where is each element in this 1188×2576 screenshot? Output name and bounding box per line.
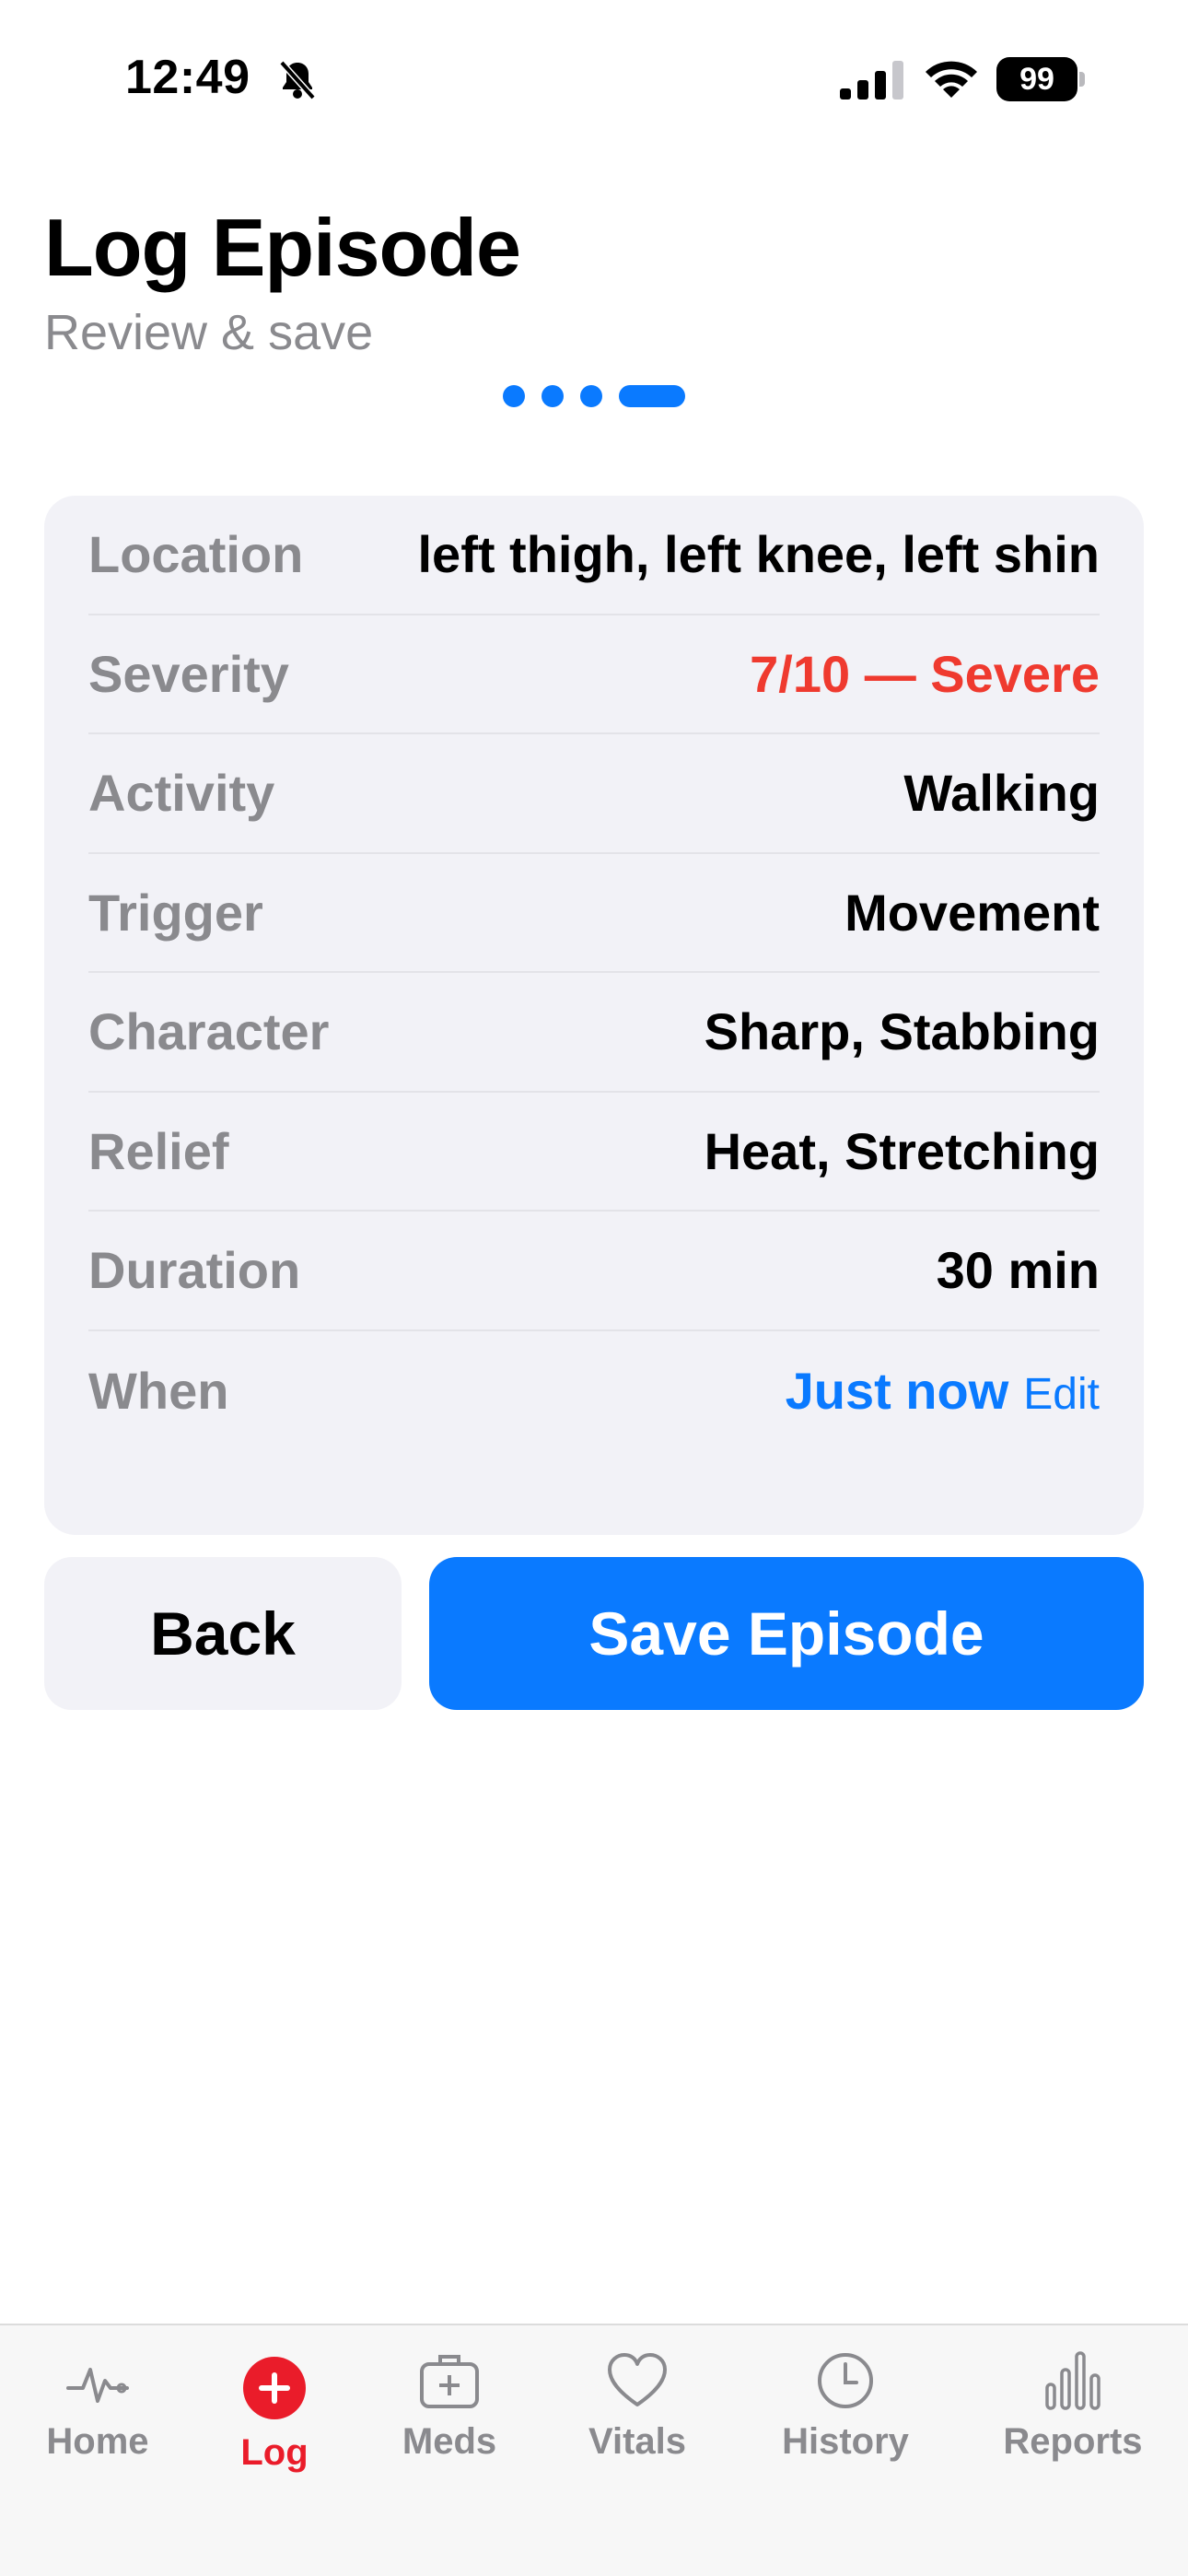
tab-reports-label: Reports (1003, 2421, 1143, 2462)
tab-home-label: Home (46, 2421, 149, 2462)
page-title: Log Episode (44, 202, 521, 293)
summary-row-relief: Relief Heat, Stretching (88, 1093, 1100, 1212)
duration-value: 30 min (936, 1241, 1100, 1300)
tab-vitals[interactable]: Vitals (582, 2325, 693, 2510)
tab-home[interactable]: Home (42, 2325, 153, 2510)
back-button[interactable]: Back (44, 1557, 402, 1710)
step-dot-2 (542, 385, 564, 407)
wifi-icon (926, 61, 977, 98)
severity-value: 7/10 — Severe (750, 644, 1100, 703)
battery-cap (1079, 72, 1085, 87)
episode-summary-card: Location left thigh, left knee, left shi… (44, 496, 1144, 1535)
tab-bar: Home Log Meds Vitals History Reports (0, 2324, 1188, 2576)
status-bar: 12:49 99 (0, 0, 1188, 157)
tab-log-label: Log (240, 2432, 309, 2473)
summary-row-severity: Severity 7/10 — Severe (88, 615, 1100, 734)
status-time: 12:49 (125, 51, 250, 104)
tab-log[interactable]: Log (219, 2325, 330, 2510)
plus-circle-icon (243, 2357, 306, 2419)
severity-label: Severity (88, 644, 289, 703)
relief-label: Relief (88, 1121, 229, 1180)
tab-meds[interactable]: Meds (394, 2325, 505, 2510)
tab-reports[interactable]: Reports (995, 2325, 1151, 2510)
save-episode-button[interactable]: Save Episode (429, 1557, 1144, 1710)
tab-history-label: History (782, 2421, 909, 2462)
duration-label: Duration (88, 1241, 301, 1300)
battery-indicator: 99 (996, 57, 1085, 101)
bar-chart-icon (1045, 2351, 1101, 2410)
tab-meds-label: Meds (402, 2421, 497, 2462)
when-value[interactable]: Just now (786, 1361, 1009, 1421)
summary-row-location: Location left thigh, left knee, left shi… (88, 496, 1100, 615)
plus-glyph (259, 2372, 290, 2404)
location-value: left thigh, left knee, left shin (417, 525, 1101, 584)
page-subtitle: Review & save (44, 305, 374, 360)
battery-level: 99 (996, 57, 1077, 101)
summary-row-character: Character Sharp, Stabbing (88, 973, 1100, 1093)
when-value-group: Just now Edit (786, 1361, 1100, 1421)
clock-icon (818, 2353, 873, 2408)
character-value: Sharp, Stabbing (704, 1002, 1100, 1061)
summary-row-activity: Activity Walking (88, 734, 1100, 854)
summary-row-duration: Duration 30 min (88, 1212, 1100, 1331)
heartbeat-icon (66, 2368, 129, 2403)
trigger-label: Trigger (88, 883, 263, 942)
bell-slash-icon (279, 60, 316, 100)
step-dot-3 (580, 385, 602, 407)
tab-history[interactable]: History (772, 2325, 919, 2510)
trigger-value: Movement (844, 883, 1100, 942)
summary-row-when: When Just now Edit (88, 1331, 1100, 1451)
cellular-signal-icon (840, 61, 903, 100)
edit-when-link[interactable]: Edit (1023, 1369, 1100, 1420)
step-dot-4-active (619, 385, 685, 407)
activity-value: Walking (903, 764, 1100, 823)
step-indicator (503, 385, 685, 407)
activity-label: Activity (88, 764, 275, 823)
location-label: Location (88, 525, 304, 584)
relief-value: Heat, Stretching (704, 1121, 1100, 1180)
tab-vitals-label: Vitals (588, 2421, 686, 2462)
character-label: Character (88, 1002, 330, 1061)
when-label: When (88, 1361, 229, 1420)
medkit-icon (420, 2355, 479, 2408)
step-dot-1 (503, 385, 525, 407)
heart-icon (608, 2353, 667, 2406)
summary-row-trigger: Trigger Movement (88, 854, 1100, 973)
log-episode-screen: 12:49 99 Log Episode Review & save Locat… (0, 0, 1188, 2576)
